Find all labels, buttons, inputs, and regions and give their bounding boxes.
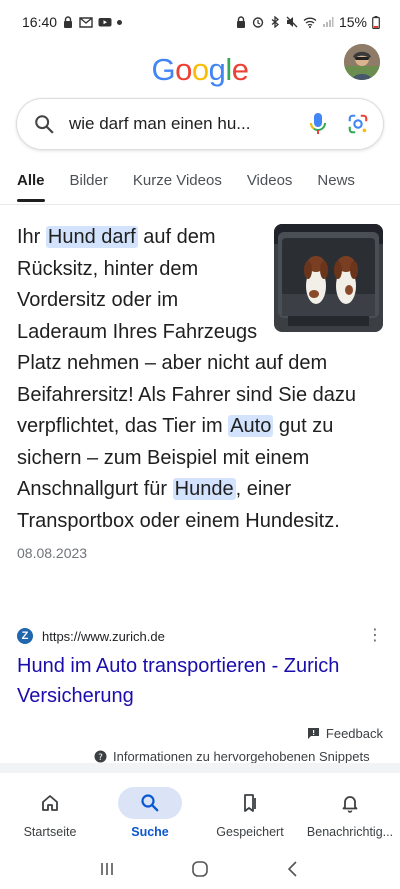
tab-alle[interactable]: Alle xyxy=(17,168,45,202)
nav-startseite[interactable]: Startseite xyxy=(0,773,100,849)
bluetooth-icon xyxy=(271,16,279,28)
logo-letter: e xyxy=(231,52,249,87)
nav-suche[interactable]: Suche xyxy=(100,773,200,849)
home-icon xyxy=(42,795,58,811)
status-bar: 16:40 15% xyxy=(0,0,400,44)
highlighted-term: Hunde xyxy=(172,478,236,500)
search-icon xyxy=(141,794,159,812)
more-options-icon[interactable]: ⋮ xyxy=(367,628,383,644)
bell-icon xyxy=(342,796,358,813)
logo-row: Google xyxy=(0,48,400,92)
signal-icon xyxy=(322,17,334,27)
feedback-label: Feedback xyxy=(325,726,383,741)
lock-icon xyxy=(236,16,245,28)
highlighted-term: Auto xyxy=(228,415,274,437)
alarm-icon xyxy=(252,17,264,28)
tab-videos[interactable]: Videos xyxy=(247,168,293,202)
snippet-image[interactable] xyxy=(274,224,383,332)
tab-bilder[interactable]: Bilder xyxy=(70,168,108,202)
recent-apps-icon[interactable] xyxy=(98,861,116,877)
battery-icon xyxy=(372,15,380,29)
wifi-icon xyxy=(303,17,317,28)
tab-kurze-videos[interactable]: Kurze Videos xyxy=(133,168,222,202)
help-icon: ? xyxy=(94,750,107,763)
divider xyxy=(0,204,400,205)
nav-benachrichtigungen[interactable]: Benachrichtig... xyxy=(300,773,400,849)
search-input[interactable]: wie darf man einen hu... xyxy=(69,114,309,134)
highlighted-term: Hund darf xyxy=(45,226,138,248)
youtube-icon xyxy=(98,18,112,27)
home-button-icon[interactable] xyxy=(191,860,209,878)
mute-icon xyxy=(286,16,298,28)
search-tabs: Alle Bilder Kurze Videos Videos News xyxy=(0,168,400,202)
dot-icon xyxy=(117,19,123,25)
snippet-info-link[interactable]: ? Informationen zu hervorgehobenen Snipp… xyxy=(94,748,370,764)
lens-icon[interactable] xyxy=(347,113,369,135)
nav-label: Suche xyxy=(131,825,169,839)
feedback-icon xyxy=(307,728,319,739)
nav-label: Gespeichert xyxy=(216,825,284,839)
snippet-text-part: Ihr xyxy=(17,226,46,248)
section-separator xyxy=(0,763,400,773)
tab-news[interactable]: News xyxy=(317,168,355,202)
featured-snippet: Ihr Hund darf auf dem Rücksitz, hinter d… xyxy=(17,222,383,570)
nav-label: Startseite xyxy=(23,825,77,839)
status-time: 16:40 xyxy=(22,14,58,30)
result-source[interactable]: Z https://www.zurich.de ⋮ xyxy=(17,626,383,646)
svg-text:?: ? xyxy=(98,753,103,763)
mic-icon[interactable] xyxy=(309,112,327,136)
result-title-link[interactable]: Hund im Auto transportieren - Zurich Ver… xyxy=(17,651,377,711)
system-nav-bar xyxy=(0,849,400,889)
source-url: https://www.zurich.de xyxy=(42,628,165,644)
avatar[interactable] xyxy=(344,44,380,80)
zurich-favicon: Z xyxy=(17,628,33,644)
lock-icon xyxy=(64,16,73,28)
logo-letter: o xyxy=(191,52,209,87)
logo-letter: g xyxy=(208,52,226,87)
battery-text: 15% xyxy=(338,14,367,30)
nav-label: Benachrichtig... xyxy=(306,825,394,839)
back-icon[interactable] xyxy=(284,860,302,878)
snippet-info-label: Informationen zu hervorgehobenen Snippet… xyxy=(113,748,370,764)
nav-gespeichert[interactable]: Gespeichert xyxy=(200,773,300,849)
bottom-nav: Startseite Suche Gespeichert Benachricht… xyxy=(0,773,400,849)
gmail-icon xyxy=(79,17,93,28)
logo-letter: G xyxy=(151,52,176,87)
snippet-date: 08.08.2023 xyxy=(17,545,88,561)
feedback-button[interactable]: Feedback xyxy=(307,726,383,741)
search-box[interactable]: wie darf man einen hu... xyxy=(16,98,384,150)
search-icon xyxy=(35,115,54,134)
google-logo[interactable]: Google xyxy=(151,52,249,88)
bookmark-icon xyxy=(244,794,256,812)
logo-letter: o xyxy=(175,52,192,87)
